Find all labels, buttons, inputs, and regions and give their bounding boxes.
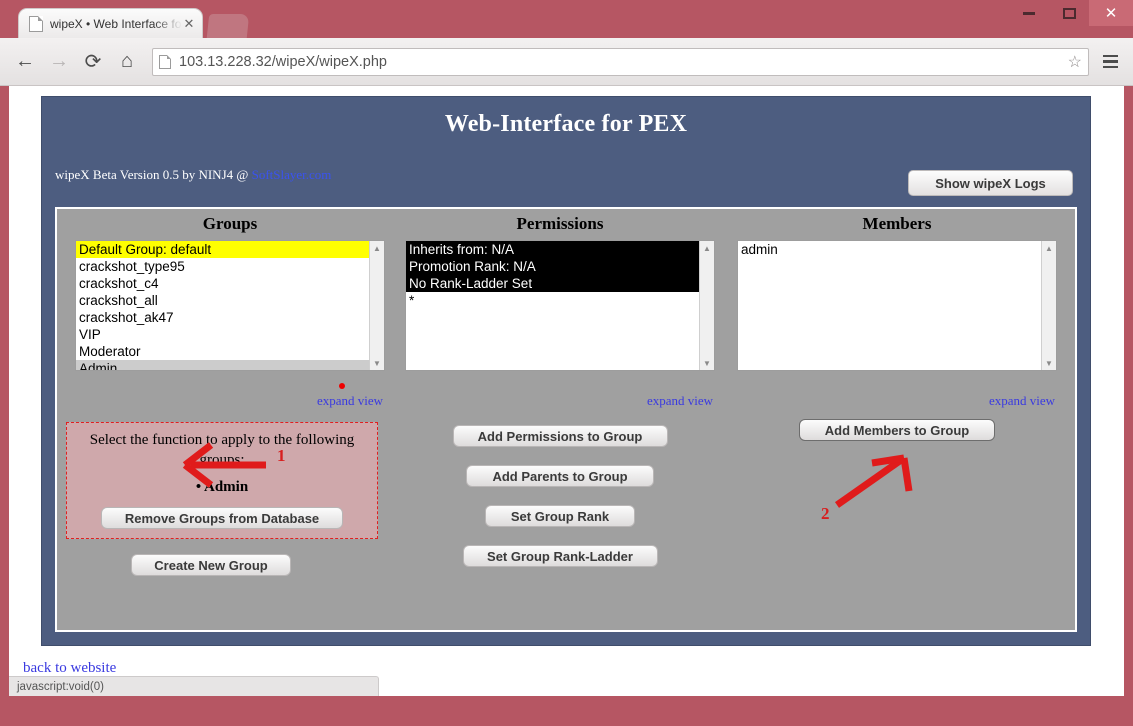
members-listbox[interactable]: admin ▲ ▼	[737, 240, 1057, 371]
show-wipex-logs-button[interactable]: Show wipeX Logs	[908, 170, 1073, 196]
set-group-rank-button[interactable]: Set Group Rank	[485, 505, 635, 527]
set-group-rank-ladder-button[interactable]: Set Group Rank-Ladder	[462, 545, 658, 567]
list-item[interactable]: No Rank-Ladder Set	[406, 275, 699, 292]
list-item[interactable]: *	[406, 292, 699, 309]
admin-group-row[interactable]: Admin	[76, 360, 369, 370]
groups-scrollbar[interactable]: ▲ ▼	[369, 241, 384, 370]
byline-text: wipeX Beta Version 0.5 by NINJ4 @	[55, 167, 252, 182]
remove-groups-from-database-button[interactable]: Remove Groups from Database	[101, 507, 343, 529]
scroll-up-icon[interactable]: ▲	[370, 241, 384, 255]
browser-menu-icon[interactable]	[1095, 47, 1125, 77]
list-item[interactable]: crackshot_type95	[76, 258, 369, 275]
group-function-box: Select the function to apply to the foll…	[66, 422, 378, 539]
tab-title: wipeX • Web Interface for	[50, 16, 182, 31]
back-icon[interactable]: ←	[8, 45, 42, 79]
permissions-expand-view-link[interactable]: expand view	[405, 393, 715, 409]
byline: wipeX Beta Version 0.5 by NINJ4 @ SoftSl…	[55, 167, 331, 183]
permissions-column: Permissions Inherits from: N/A Promotion…	[405, 209, 715, 409]
list-item[interactable]: crackshot_ak47	[76, 309, 369, 326]
close-window-button[interactable]: ✕	[1089, 0, 1133, 26]
groups-list-items: Default Group: default crackshot_type95 …	[76, 241, 369, 370]
add-members-to-group-button[interactable]: Add Members to Group	[799, 419, 995, 441]
scroll-down-icon[interactable]: ▼	[700, 356, 714, 370]
page-document-icon	[159, 54, 171, 69]
content-panel: Groups Default Group: default crackshot_…	[55, 207, 1077, 632]
reload-icon[interactable]: ⟳	[76, 45, 110, 79]
permissions-heading: Permissions	[516, 214, 604, 233]
softslayer-link[interactable]: SoftSlayer.com	[252, 167, 332, 182]
members-actions: Add Members to Group	[737, 419, 1057, 441]
list-item[interactable]: Promotion Rank: N/A	[406, 258, 699, 275]
list-item[interactable]: crackshot_c4	[76, 275, 369, 292]
browser-navbar: ← → ⟳ ⌂ 103.13.228.32/wipeX/wipeX.php ☆	[0, 38, 1133, 86]
maximize-button[interactable]	[1049, 0, 1089, 26]
page-title: Web-Interface for PEX	[444, 111, 688, 137]
permissions-list-items: Inherits from: N/A Promotion Rank: N/A N…	[406, 241, 699, 370]
columns-container: Groups Default Group: default crackshot_…	[57, 209, 1075, 630]
members-column: Members admin ▲ ▼ expand view	[737, 209, 1057, 409]
list-item[interactable]: VIP	[76, 326, 369, 343]
annotation-number-2: 2	[821, 504, 830, 523]
members-scrollbar[interactable]: ▲ ▼	[1041, 241, 1056, 370]
expand-view-label: expand view	[316, 393, 383, 408]
groups-listbox[interactable]: Default Group: default crackshot_type95 …	[75, 240, 385, 371]
scroll-down-icon[interactable]: ▼	[370, 356, 384, 370]
list-item[interactable]: Default Group: default	[76, 241, 369, 258]
scroll-down-icon[interactable]: ▼	[1042, 356, 1056, 370]
minimize-button[interactable]	[1009, 0, 1049, 26]
permissions-actions: Add Permissions to Group Add Parents to …	[405, 425, 715, 585]
browser-statusbar: javascript:void(0)	[9, 676, 379, 696]
bookmark-star-icon[interactable]: ☆	[1068, 52, 1082, 72]
app-panel: Web-Interface for PEX wipeX Beta Version…	[41, 96, 1091, 646]
groups-column: Groups Default Group: default crackshot_…	[75, 209, 385, 409]
scroll-up-icon[interactable]: ▲	[1042, 241, 1056, 255]
scroll-up-icon[interactable]: ▲	[700, 241, 714, 255]
add-permissions-to-group-button[interactable]: Add Permissions to Group	[452, 425, 668, 447]
groups-expand-view-link[interactable]: expand view	[75, 383, 385, 409]
cursor-dot-icon	[339, 383, 345, 389]
permissions-scrollbar[interactable]: ▲ ▼	[699, 241, 714, 370]
list-item[interactable]: crackshot_all	[76, 292, 369, 309]
new-tab-button[interactable]	[206, 14, 250, 38]
window-controls: ✕	[1009, 0, 1133, 30]
status-text: javascript:void(0)	[17, 680, 104, 693]
add-parents-to-group-button[interactable]: Add Parents to Group	[466, 465, 654, 487]
annotation-number-1: 1	[277, 446, 286, 465]
list-item[interactable]: admin	[738, 241, 1041, 258]
group-function-prompt: Select the function to apply to the foll…	[89, 432, 355, 468]
url-text: 103.13.228.32/wipeX/wipeX.php	[179, 53, 387, 70]
members-list-items: admin	[738, 241, 1041, 370]
members-expand-view-link[interactable]: expand view	[737, 393, 1057, 409]
forward-icon[interactable]: →	[42, 45, 76, 79]
browser-titlebar: wipeX • Web Interface for ✕ ✕	[0, 0, 1133, 38]
create-new-group-button[interactable]: Create New Group	[131, 554, 291, 576]
browser-window: wipeX • Web Interface for ✕ ✕ ← → ⟳ ⌂ 10…	[0, 0, 1133, 726]
browser-tab[interactable]: wipeX • Web Interface for ✕	[18, 8, 203, 38]
page-favicon-icon	[29, 15, 43, 32]
home-icon[interactable]: ⌂	[110, 45, 144, 79]
permissions-listbox[interactable]: Inherits from: N/A Promotion Rank: N/A N…	[405, 240, 715, 371]
back-to-website-link[interactable]: back to website	[23, 660, 116, 677]
address-bar[interactable]: 103.13.228.32/wipeX/wipeX.php ☆	[152, 47, 1089, 76]
members-heading: Members	[862, 214, 932, 233]
selected-group-label: • Admin	[195, 479, 249, 495]
close-tab-icon[interactable]: ✕	[182, 17, 196, 31]
page-viewport: Web-Interface for PEX wipeX Beta Version…	[9, 86, 1124, 696]
list-item[interactable]: Moderator	[76, 343, 369, 360]
groups-heading: Groups	[202, 214, 258, 233]
list-item[interactable]: Inherits from: N/A	[406, 241, 699, 258]
